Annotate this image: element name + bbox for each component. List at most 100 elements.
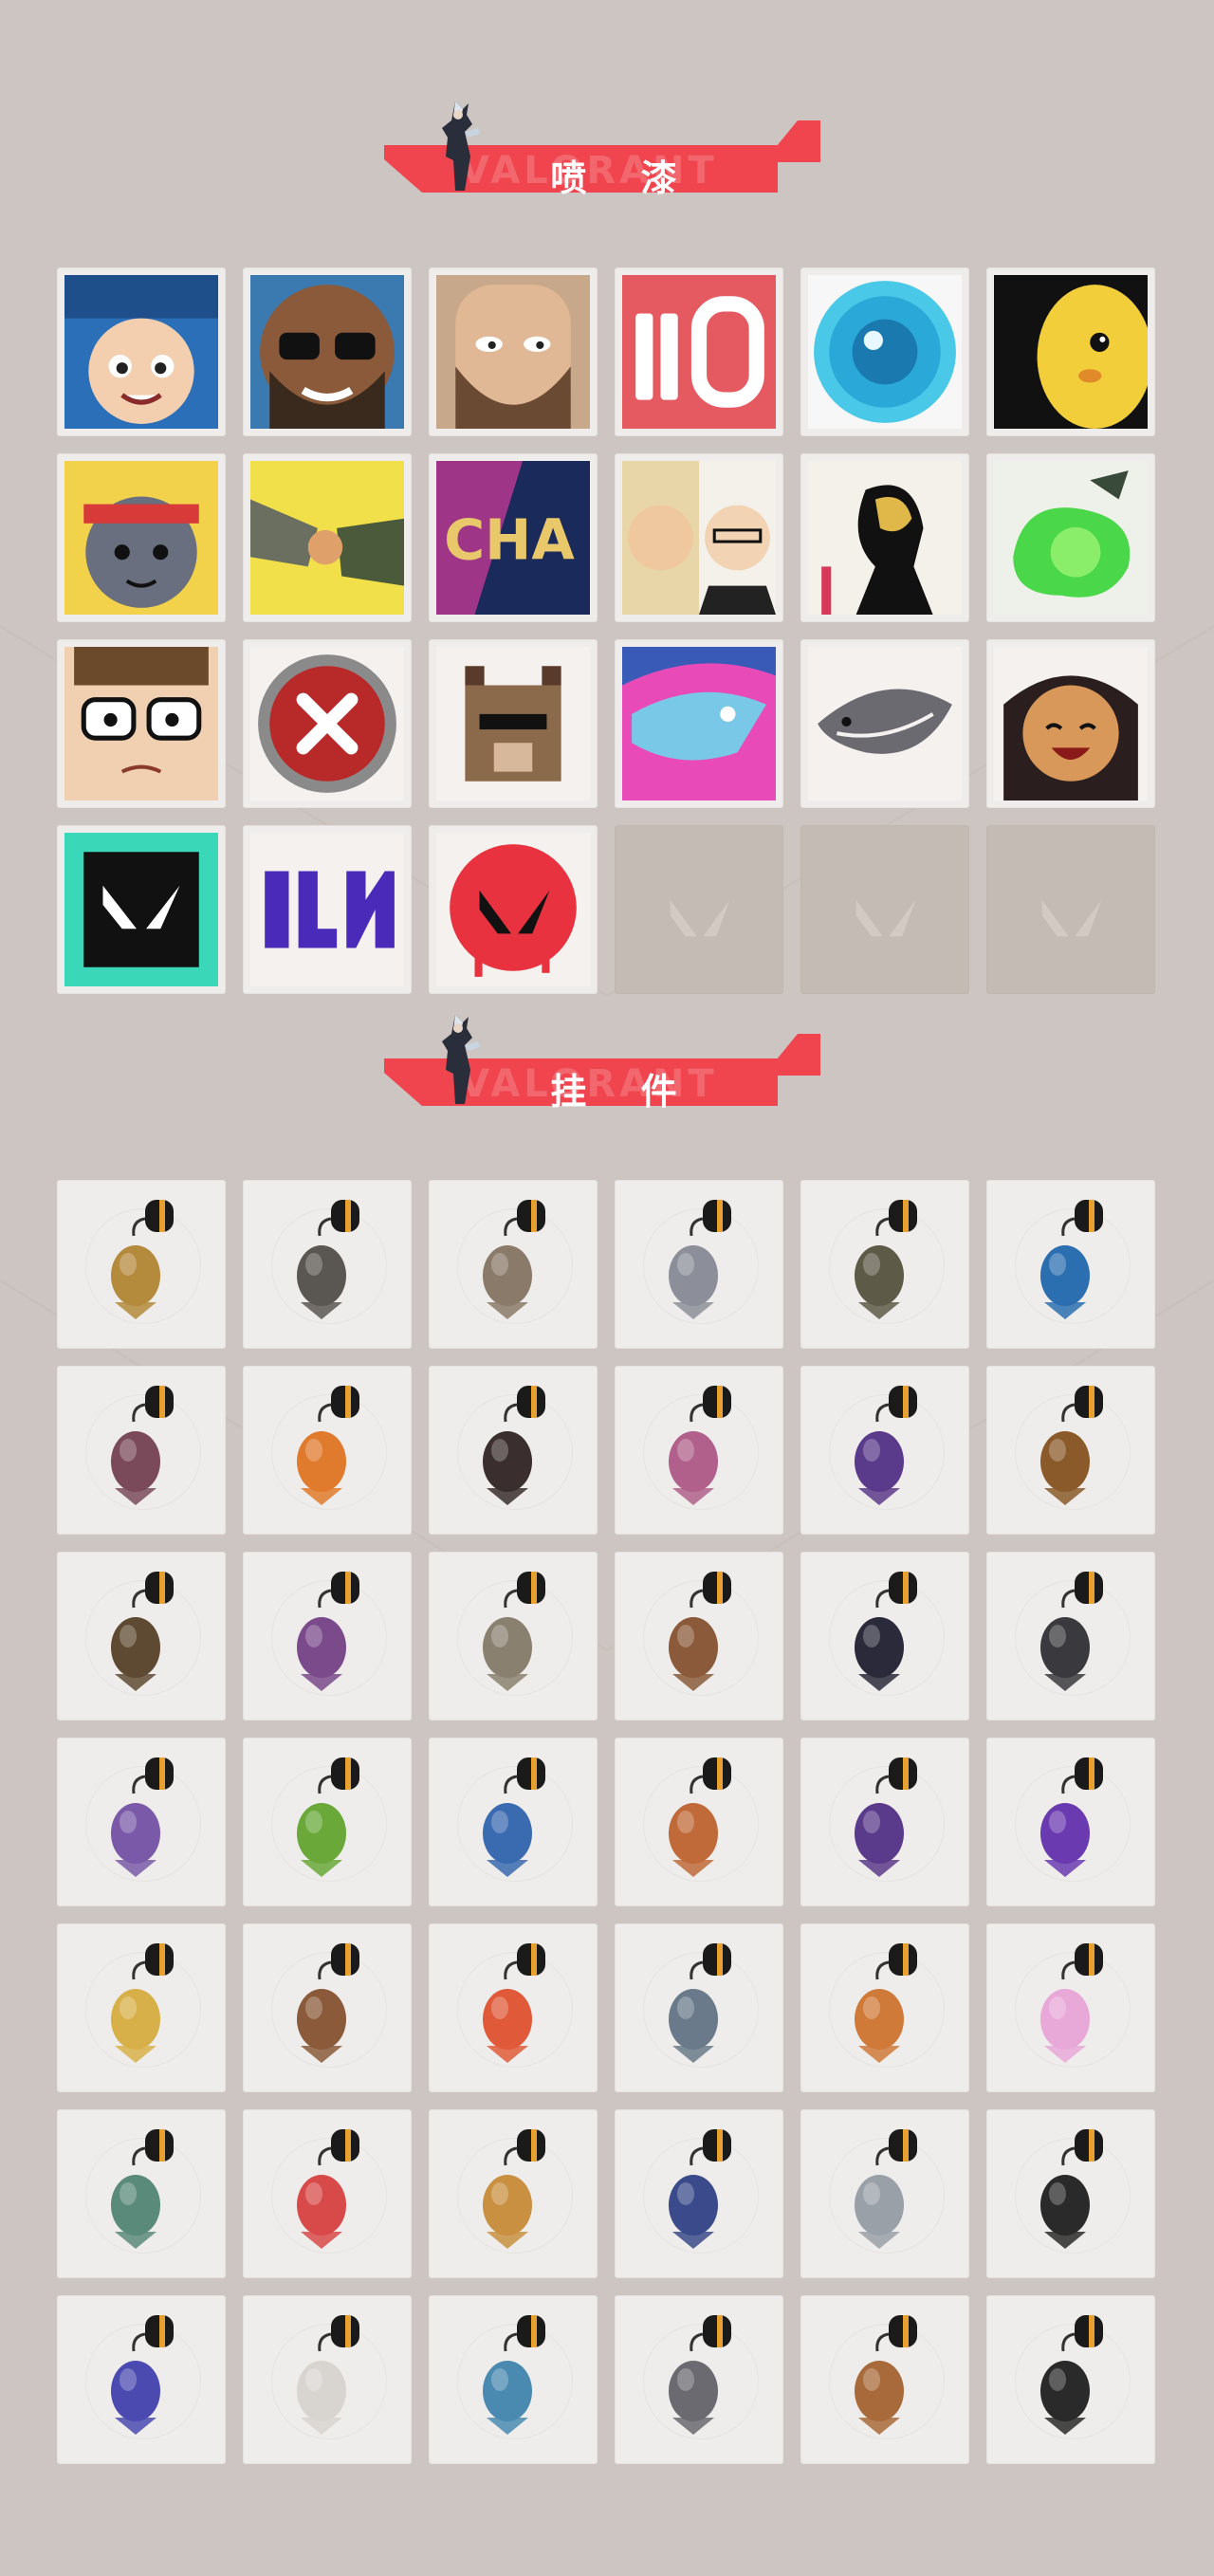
charm-tile[interactable] bbox=[615, 1180, 783, 1349]
taco-critter-charm-icon bbox=[58, 1924, 225, 2091]
charm-tile[interactable] bbox=[986, 2295, 1155, 2464]
charm-tile[interactable] bbox=[615, 1738, 783, 1906]
charm-tile[interactable] bbox=[986, 1180, 1155, 1349]
spray-tile[interactable] bbox=[800, 639, 969, 808]
spray-tile[interactable] bbox=[57, 267, 226, 436]
raccoon-charm-icon bbox=[616, 1181, 782, 1348]
mecha-robot-charm-icon bbox=[58, 2296, 225, 2463]
charm-tile[interactable] bbox=[800, 1180, 969, 1349]
battery-cell-charm-icon bbox=[987, 1181, 1154, 1348]
charm-tile[interactable] bbox=[57, 1180, 226, 1349]
charm-tile[interactable] bbox=[800, 1738, 969, 1906]
spray-tile[interactable] bbox=[986, 267, 1155, 436]
spiked-bat-charm-icon bbox=[58, 1367, 225, 1534]
charm-tile[interactable] bbox=[986, 2109, 1155, 2278]
charm-tile[interactable] bbox=[243, 1923, 412, 2092]
charm-tile[interactable] bbox=[800, 2295, 969, 2464]
charms-section-title: 挂 件 bbox=[550, 1071, 698, 1113]
spray-tile[interactable] bbox=[243, 825, 412, 994]
charm-tile[interactable] bbox=[243, 2295, 412, 2464]
charm-tile[interactable] bbox=[57, 1738, 226, 1906]
svg-text:CHA: CHA bbox=[444, 506, 575, 572]
charm-tile[interactable] bbox=[429, 1180, 598, 1349]
astronaut-charm-icon bbox=[430, 1739, 597, 1905]
charm-tile[interactable] bbox=[800, 1552, 969, 1720]
spray-grid: CHA bbox=[57, 267, 1157, 994]
spray-tile[interactable] bbox=[986, 639, 1155, 808]
sprays-section-header: VALORANT 喷 漆 bbox=[375, 100, 820, 204]
smug-bearded-man-spray-icon bbox=[436, 275, 590, 429]
spray-tile[interactable] bbox=[57, 453, 226, 622]
charm-tile[interactable] bbox=[800, 2109, 969, 2278]
charm-tile[interactable] bbox=[615, 2109, 783, 2278]
charm-tile[interactable] bbox=[429, 1923, 598, 2092]
headband-mouse-spray-icon bbox=[64, 461, 218, 615]
spray-tile[interactable] bbox=[615, 267, 783, 436]
spray-tile[interactable] bbox=[243, 453, 412, 622]
charm-tile[interactable] bbox=[986, 1366, 1155, 1535]
cupcake-charm-icon bbox=[616, 1367, 782, 1534]
yellow-chick-spray-icon bbox=[994, 275, 1148, 429]
ep9-medallion-charm-icon bbox=[801, 1739, 968, 1905]
champions-logo-spray-icon: CHA bbox=[436, 461, 590, 615]
charm-tile[interactable] bbox=[800, 1366, 969, 1535]
radio-device-charm-icon bbox=[616, 1739, 782, 1905]
charm-tile[interactable] bbox=[57, 2109, 226, 2278]
cowboy-robot-charm-icon bbox=[430, 1553, 597, 1720]
charm-tile[interactable] bbox=[429, 2109, 598, 2278]
charm-tile[interactable] bbox=[243, 1180, 412, 1349]
spray-tile[interactable] bbox=[615, 453, 783, 622]
banner-tag bbox=[763, 1034, 820, 1076]
hanging-crate-charm-icon bbox=[616, 1553, 782, 1720]
charm-tile[interactable] bbox=[243, 1552, 412, 1720]
spray-tile[interactable] bbox=[615, 639, 783, 808]
charm-tile[interactable] bbox=[615, 2295, 783, 2464]
charm-tile[interactable] bbox=[429, 1366, 598, 1535]
red-x-button-spray-icon bbox=[250, 647, 404, 800]
charm-tile[interactable] bbox=[986, 1552, 1155, 1720]
spray-tile[interactable] bbox=[429, 267, 598, 436]
charm-tile[interactable] bbox=[986, 1738, 1155, 1906]
charm-tile[interactable] bbox=[243, 1738, 412, 1906]
charm-tile[interactable] bbox=[800, 1923, 969, 2092]
jester-figure-charm-icon bbox=[801, 1553, 968, 1720]
watermelon-slice-charm-icon bbox=[244, 2110, 411, 2277]
charm-tile[interactable] bbox=[57, 1923, 226, 2092]
charm-tile[interactable] bbox=[243, 2109, 412, 2278]
charm-tile[interactable] bbox=[57, 1366, 226, 1535]
spray-tile[interactable] bbox=[986, 453, 1155, 622]
spray-tile[interactable] bbox=[800, 453, 969, 622]
spray-tile[interactable] bbox=[57, 825, 226, 994]
champions-badge-charm-icon bbox=[244, 2296, 411, 2463]
pink-bunny-charm-icon bbox=[987, 1924, 1154, 2091]
spray-tile[interactable] bbox=[243, 267, 412, 436]
bronze-seal-charm-icon bbox=[801, 2296, 968, 2463]
empty-spray-slot bbox=[615, 825, 783, 994]
ammo-ten-spray-icon bbox=[622, 275, 776, 429]
charm-tile[interactable] bbox=[57, 2295, 226, 2464]
green-slime-spray-icon bbox=[994, 461, 1148, 615]
spray-tile[interactable] bbox=[429, 825, 598, 994]
red-valorant-drip-spray-icon bbox=[436, 833, 590, 986]
catfish-spray-icon bbox=[808, 647, 962, 800]
charm-tile[interactable] bbox=[615, 1552, 783, 1720]
empty-spray-slot bbox=[986, 825, 1155, 994]
charm-tile[interactable] bbox=[429, 2295, 598, 2464]
round-bag-charm-icon bbox=[801, 1181, 968, 1348]
braided-cord-charm-icon bbox=[430, 1367, 597, 1534]
spray-tile[interactable] bbox=[57, 639, 226, 808]
charm-tile[interactable] bbox=[429, 1738, 598, 1906]
lava-lamp-charm-icon bbox=[58, 1739, 225, 1905]
charm-tile[interactable] bbox=[986, 1923, 1155, 2092]
agent-figure-icon bbox=[427, 100, 493, 194]
spray-tile[interactable] bbox=[243, 639, 412, 808]
spray-tile[interactable]: CHA bbox=[429, 453, 598, 622]
pixel-bear-spray-icon bbox=[436, 647, 590, 800]
charm-tile[interactable] bbox=[615, 1366, 783, 1535]
charm-tile[interactable] bbox=[57, 1552, 226, 1720]
charm-tile[interactable] bbox=[243, 1366, 412, 1535]
charm-tile[interactable] bbox=[429, 1552, 598, 1720]
charm-tile[interactable] bbox=[615, 1923, 783, 2092]
spray-tile[interactable] bbox=[429, 639, 598, 808]
spray-tile[interactable] bbox=[800, 267, 969, 436]
